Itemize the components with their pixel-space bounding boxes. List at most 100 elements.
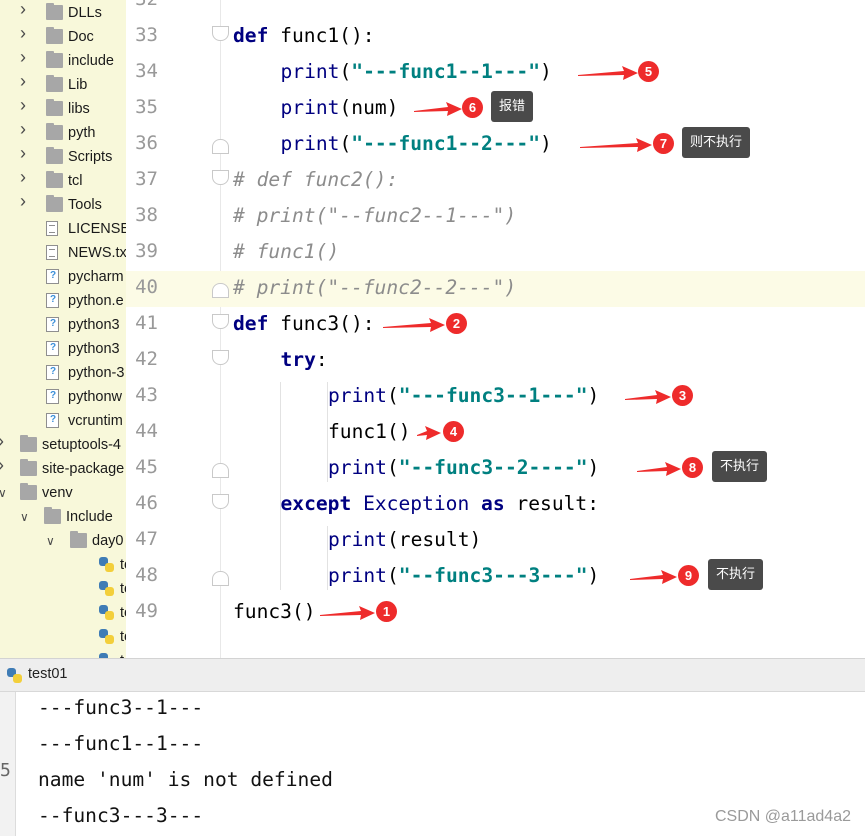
- tree-item[interactable]: › libs: [0, 96, 126, 121]
- tree-item[interactable]: › Lib: [0, 72, 126, 97]
- code-line[interactable]: try:: [281, 348, 328, 372]
- tree-item[interactable]: › Scripts: [0, 144, 126, 169]
- code-token-str: "---func3--1---": [398, 384, 588, 407]
- code-line[interactable]: except Exception as result:: [281, 492, 600, 516]
- tree-item[interactable]: LICENSE.: [0, 217, 126, 241]
- code-token-kw: except: [280, 492, 352, 515]
- code-line[interactable]: print("---func1--1---"): [281, 60, 552, 84]
- tree-item-label: pythonw: [68, 389, 123, 405]
- fold-collapse-icon[interactable]: [212, 170, 229, 185]
- chevron-right-icon[interactable]: ›: [20, 144, 32, 162]
- tree-item[interactable]: te: [0, 553, 126, 577]
- tree-item-label: pycharm: [68, 269, 124, 285]
- fold-end-icon[interactable]: [212, 283, 229, 298]
- chevron-right-icon[interactable]: ›: [20, 192, 32, 210]
- code-token-cmt: # print("--func2--1---"): [233, 204, 517, 227]
- folder-icon: [46, 147, 63, 164]
- code-line[interactable]: print(result): [328, 528, 481, 552]
- annotation-tooltip: 不执行: [708, 559, 764, 590]
- code-token-kw: as: [481, 492, 505, 515]
- chevron-right-icon[interactable]: ›: [20, 24, 32, 42]
- tree-item[interactable]: › DLLs: [0, 0, 126, 25]
- line-number: 43: [135, 384, 158, 406]
- tree-item[interactable]: python3: [0, 313, 126, 337]
- code-token-fn: ): [540, 132, 552, 155]
- fold-collapse-icon[interactable]: [212, 350, 229, 365]
- code-line[interactable]: # print("--func2--2---"): [233, 276, 516, 300]
- tree-item[interactable]: › pyth: [0, 120, 126, 145]
- annotation-arrow: [578, 66, 638, 80]
- code-line[interactable]: func3(): [233, 600, 316, 624]
- tree-item[interactable]: python3: [0, 337, 126, 361]
- code-line[interactable]: def func3():: [233, 312, 375, 336]
- tree-item[interactable]: t: [0, 649, 126, 658]
- tree-item[interactable]: › setuptools-4: [0, 432, 126, 457]
- line-number: 37: [135, 168, 158, 190]
- tree-item[interactable]: te: [0, 577, 126, 601]
- code-line[interactable]: print(num): [281, 96, 399, 120]
- code-token-str: "--func3--2----": [398, 456, 588, 479]
- code-token-fn: :: [315, 348, 328, 371]
- chevron-right-icon[interactable]: ›: [20, 168, 32, 186]
- tree-item[interactable]: pycharm: [0, 265, 126, 289]
- code-token-str: "--func3---3---": [398, 564, 588, 587]
- python-file-icon: [98, 604, 115, 621]
- tree-item[interactable]: ∨ day0: [0, 529, 126, 553]
- code-line[interactable]: # print("--func2--1---"): [233, 204, 516, 228]
- tree-item[interactable]: › site-package: [0, 456, 126, 481]
- chevron-right-icon[interactable]: ›: [20, 96, 32, 114]
- annotation-badge: 4: [443, 421, 464, 442]
- code-line[interactable]: print("---func3--1---"): [328, 384, 599, 408]
- tree-item[interactable]: › include: [0, 48, 126, 73]
- code-line[interactable]: def func1():: [233, 24, 375, 48]
- line-number: 49: [135, 600, 158, 622]
- tree-item[interactable]: ∨ venv: [0, 481, 126, 505]
- tree-item[interactable]: python-3: [0, 361, 126, 385]
- code-line[interactable]: func1(): [328, 420, 411, 444]
- indent-guide: [327, 526, 328, 590]
- chevron-down-icon[interactable]: ∨: [0, 486, 10, 500]
- unknown-file-icon: [46, 293, 59, 308]
- folder-icon: [20, 459, 37, 476]
- fold-end-icon[interactable]: [212, 463, 229, 478]
- code-line[interactable]: # func1(): [233, 240, 339, 264]
- fold-end-icon[interactable]: [212, 571, 229, 586]
- chevron-down-icon[interactable]: ∨: [46, 534, 58, 548]
- unknown-file-icon: [46, 341, 59, 356]
- line-number: 41: [135, 312, 158, 334]
- code-line[interactable]: # def func2():: [233, 168, 398, 192]
- chevron-right-icon[interactable]: ›: [0, 456, 10, 474]
- tree-item[interactable]: › tcl: [0, 168, 126, 193]
- chevron-right-icon[interactable]: ›: [0, 432, 10, 450]
- tree-item[interactable]: te: [0, 601, 126, 625]
- code-line[interactable]: print("--func3---3---"): [328, 564, 599, 588]
- folder-icon: [46, 195, 63, 212]
- code-line[interactable]: print("---func1--2---"): [281, 132, 552, 156]
- folder-icon: [46, 123, 63, 140]
- chevron-down-icon[interactable]: ∨: [20, 510, 32, 524]
- tree-item-label: site-package: [42, 461, 125, 477]
- tree-item[interactable]: NEWS.tx: [0, 241, 126, 265]
- fold-collapse-icon[interactable]: [212, 314, 229, 329]
- fold-collapse-icon[interactable]: [212, 26, 229, 41]
- fold-end-icon[interactable]: [212, 139, 229, 154]
- fold-collapse-icon[interactable]: [212, 494, 229, 509]
- annotation-tooltip: 则不执行: [682, 127, 751, 158]
- run-tab[interactable]: test01: [0, 659, 68, 692]
- tree-item-label: setuptools-4: [42, 437, 121, 453]
- tree-item[interactable]: › Tools: [0, 192, 126, 217]
- annotation-badge: 6: [462, 97, 483, 118]
- tree-item[interactable]: ∨ Include: [0, 505, 126, 529]
- tree-item[interactable]: › Doc: [0, 24, 126, 49]
- tree-item[interactable]: vcruntim: [0, 409, 126, 433]
- tree-item[interactable]: python.e: [0, 289, 126, 313]
- code-line[interactable]: print("--func3--2----"): [328, 456, 599, 480]
- chevron-right-icon[interactable]: ›: [20, 0, 32, 18]
- tree-item[interactable]: te: [0, 625, 126, 649]
- chevron-right-icon[interactable]: ›: [20, 48, 32, 66]
- annotation-arrow: [580, 138, 652, 152]
- chevron-right-icon[interactable]: ›: [20, 72, 32, 90]
- line-number: 36: [135, 132, 158, 154]
- tree-item[interactable]: pythonw: [0, 385, 126, 409]
- chevron-right-icon[interactable]: ›: [20, 120, 32, 138]
